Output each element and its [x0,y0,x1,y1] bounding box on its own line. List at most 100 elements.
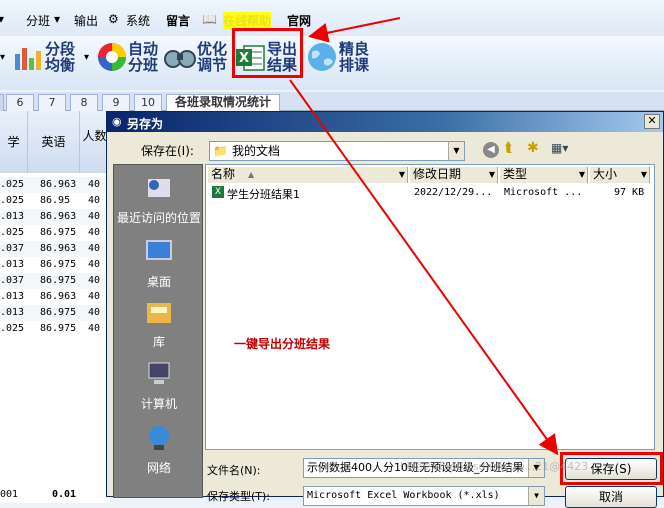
library-icon [147,303,171,323]
filetype-select[interactable]: Microsoft Excel Workbook (*.xls) ▼ [303,486,545,506]
table-cell: 86.95 [40,195,71,206]
table-cell: .037 [0,243,25,254]
new-folder-icon[interactable]: ✱ [527,140,539,156]
table-cell: 40 [88,307,101,318]
watermark: https://blog.csdn.net/u...21@4423 [400,460,589,473]
menu-item-help[interactable]: 在线帮助 [223,12,272,29]
table-cell: .013 [0,259,25,270]
place-network[interactable]: 网络 [114,423,204,476]
table-cell: 40 [88,323,101,334]
network-icon [149,426,169,450]
file-name: 学生分班结果1 [227,188,300,201]
column-header-subject[interactable]: 学 [0,111,28,173]
table-cell: 86.963 [40,291,77,302]
tab-10[interactable]: 10 [134,94,162,111]
chevron-down-icon: ▾ [84,52,90,63]
table-row[interactable]: .013 86.975 40 [0,257,110,273]
gear-icon: ⚙ [108,12,119,26]
menu-item-system[interactable]: 系统 [126,12,150,29]
column-type[interactable]: 类型 ▼ [500,167,588,183]
dialog-title-bar[interactable]: ◉ 另存为 ✕ [107,112,663,132]
tab-9[interactable]: 9 [102,94,130,111]
optimize-label-2: 调节 [197,56,228,74]
grid-footer-row: 001 0.01 [0,487,110,503]
filename-label: 文件名(N): [207,464,261,477]
table-cell: .037 [0,275,25,286]
place-network-label: 网络 [146,461,171,475]
file-list[interactable]: 名称 ▲ ▼ 修改日期 ▼ 类型 ▼ 大小 ▼ X 学生分班结果1 2022/12/29.… [205,164,655,450]
table-cell: 86.975 [40,307,77,318]
sheet-tabs: 6 7 8 9 10 各班录取情况统计 [0,92,664,111]
color-wheel-icon [98,43,126,71]
place-recent[interactable]: 最近访问的位置 [114,173,204,226]
menu-bar: ▾ 分班 ▼ 输出 ⚙ 系统 留言 📖 在线帮助 官网 [0,0,664,36]
table-cell: 40 [88,259,101,270]
back-icon[interactable]: ◀ [483,142,499,158]
close-icon[interactable]: ✕ [644,114,660,129]
table-row[interactable]: .013 86.963 40 [0,209,110,225]
place-library[interactable]: 库 [114,297,204,350]
filetype-value: Microsoft Excel Workbook (*.xls) [307,490,500,501]
auto-class-button[interactable]: 自动 分班 [94,36,162,88]
place-computer-label: 计算机 [140,397,177,411]
tab-7[interactable]: 7 [38,94,66,111]
menu-item-class[interactable]: 分班 [26,12,50,29]
table-cell: 40 [88,179,101,190]
menu-item-website[interactable]: 官网 [287,12,311,29]
table-row[interactable]: .037 86.963 40 [0,241,110,257]
file-size: 97 KB [614,187,645,198]
optimize-button[interactable]: 优化 调节 [164,36,232,88]
auto-label-1: 自动 [128,40,159,58]
table-row[interactable]: .025 86.975 40 [0,225,110,241]
column-modified-label: 修改日期 [413,167,462,181]
file-type: Microsoft ... [504,187,583,198]
menu-arrow[interactable]: ▾ [0,12,4,26]
menu-item-message[interactable]: 留言 [166,12,190,29]
tab-class-admission-stats[interactable]: 各班录取情况统计 [166,94,280,111]
cancel-button[interactable]: 取消 [565,486,657,508]
table-row[interactable]: .013 86.975 40 [0,305,110,321]
tab-8[interactable]: 8 [70,94,98,111]
place-computer[interactable]: 计算机 [114,359,204,412]
optimize-label-1: 优化 [197,40,228,58]
column-header-english[interactable]: 英语 [28,111,80,173]
column-name[interactable]: 名称 ▲ ▼ [208,167,408,183]
tab-prev[interactable] [0,94,4,111]
place-desktop[interactable]: 桌面 [114,237,204,290]
column-size[interactable]: 大小 ▼ [590,167,650,183]
save-in-value: 我的文档 [232,144,281,158]
segment-balance-button[interactable]: 分段 均衡 [10,36,82,88]
column-modified[interactable]: 修改日期 ▼ [410,167,498,183]
table-cell: .025 [0,323,25,334]
chevron-down-icon: ▾ [0,52,6,63]
highlight-export-button [232,28,303,78]
chevron-down-icon[interactable]: ▼ [528,487,544,505]
file-row[interactable]: X 学生分班结果1 2022/12/29... Microsoft ... 97… [212,185,652,201]
table-cell: .013 [0,211,25,222]
view-menu-icon[interactable]: ▦▾ [551,141,577,159]
save-in-label: 保存在(I): [141,144,194,158]
menu-item-output[interactable]: 输出 [74,12,98,29]
place-library-label: 库 [152,335,165,349]
table-cell: .025 [0,195,25,206]
folder-icon: 📁 [213,144,228,158]
up-folder-icon[interactable]: ⮬ [505,140,513,156]
table-row[interactable]: .013 86.963 40 [0,289,110,305]
place-desktop-label: 桌面 [146,275,171,289]
footer-cell: 0.01 [52,489,77,500]
data-grid: 学 英语 人数 .025 86.963 40.025 86.95 40.013 86.96… [0,111,110,503]
table-row[interactable]: .025 86.95 40 [0,193,110,209]
save-in-select[interactable]: 📁 我的文档 ▼ [209,141,465,161]
table-cell: 40 [88,211,101,222]
table-row[interactable]: .025 86.975 40 [0,321,110,337]
table-cell: 86.975 [40,275,77,286]
table-row[interactable]: .037 86.975 40 [0,273,110,289]
tab-6[interactable]: 6 [6,94,34,111]
table-row[interactable]: .025 86.963 40 [0,177,110,193]
table-cell: 40 [88,243,101,254]
table-cell: 86.963 [40,179,77,190]
place-recent-label: 最近访问的位置 [116,211,201,225]
fine-schedule-button[interactable]: 精良 排课 [306,36,376,88]
table-cell: 40 [88,195,101,206]
chevron-down-icon[interactable]: ▼ [448,142,464,160]
